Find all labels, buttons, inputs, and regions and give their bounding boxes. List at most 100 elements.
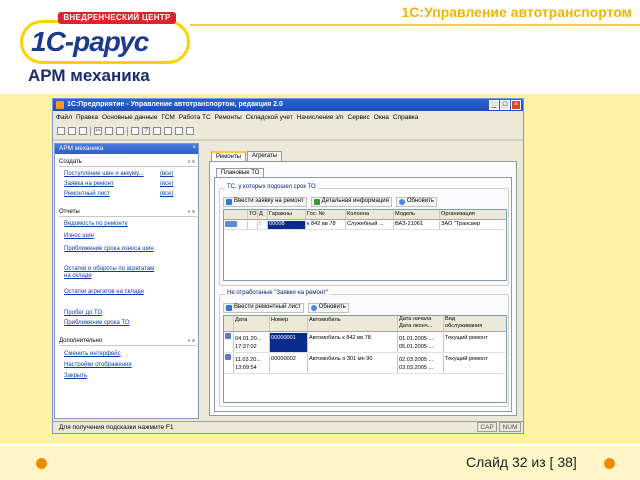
link-units-stock[interactable]: Остатки агрегатов на складе [64, 289, 156, 296]
doc-icon-glyph [225, 354, 231, 360]
menu-item[interactable]: Начисление з/п [297, 112, 344, 123]
table-header: ТО Д Гаражны Гос. № Колонна Модель Орган… [224, 210, 506, 220]
calc-icon[interactable] [164, 127, 172, 135]
calendar-icon[interactable] [175, 127, 183, 135]
date-cell: 11.03.20... 13:09:54 [234, 354, 270, 373]
menu-item[interactable]: ГСМ [161, 112, 174, 123]
left-panel: АРМ механика × Создать « ≡ Поступление ш… [54, 143, 199, 419]
date-line: 11.03.20... [235, 357, 262, 363]
enter-repair-sheet-button[interactable]: Ввести ремонтный лист [223, 302, 304, 313]
group-caption: ТС, у которых подошел срок ТО [225, 184, 318, 190]
panel-title: АРМ механика [59, 145, 104, 152]
table-row[interactable]: 04.01.20... 17:37:02 00000001 Автомобиль … [224, 333, 506, 353]
column-header[interactable]: Гаражны [268, 210, 306, 219]
collapse-icon[interactable]: « ≡ [188, 208, 195, 217]
column-header[interactable]: Вид обслуживания [444, 316, 506, 331]
help-icon[interactable]: ? [142, 127, 150, 135]
column-header[interactable]: Автомобиль [308, 316, 398, 331]
link-to-approach[interactable]: Приближение срока ТО [64, 320, 130, 327]
link-change-interface[interactable]: Сменить интерфейс [64, 351, 121, 358]
column-header[interactable]: Дата [234, 316, 270, 331]
print-icon[interactable] [153, 127, 161, 135]
tab-repairs[interactable]: Ремонты [211, 151, 246, 161]
window-titlebar: 1С:Предприятие - Управление автотранспор… [53, 99, 523, 111]
link-repair-sheet[interactable]: Ремонтный лист [64, 191, 110, 198]
paste-icon[interactable] [116, 127, 124, 135]
refresh-button[interactable]: Обновить [395, 196, 437, 207]
column-header[interactable]: Номер [270, 316, 308, 331]
doc-icon [224, 333, 234, 352]
table-row[interactable]: 11.03.20... 13:09:54 00000002 Автомобиль … [224, 354, 506, 374]
number-cell: 00000001 [270, 333, 308, 352]
link-display-settings[interactable]: Настройки отображения [64, 362, 132, 369]
to-cell [248, 221, 258, 229]
column-header[interactable]: Модель [394, 210, 440, 219]
refresh-button[interactable]: Обновить [307, 302, 349, 313]
menu-item[interactable]: Справка [393, 112, 419, 123]
tab-panel: Плановые ТО ТС, у которых подошел срок Т… [209, 161, 517, 416]
row-icon-cell [224, 221, 248, 229]
menu-item[interactable]: Основные данные [102, 112, 158, 123]
link-tire-wear-approach[interactable]: Приближение срока износа шин [64, 246, 156, 253]
save-icon[interactable] [79, 127, 87, 135]
tab-units[interactable]: Агрегаты [246, 151, 283, 161]
button-label: Детальная информация [321, 198, 389, 204]
menu-item[interactable]: Файл [56, 112, 72, 123]
car-cell: Автомобиль к 842 вв 78 [308, 333, 398, 352]
menu-item[interactable]: Ремонты [215, 112, 242, 123]
link-repair-request[interactable]: Заявка на ремонт [64, 181, 114, 188]
link-tire-wear[interactable]: Износ шин [64, 233, 94, 240]
column-header[interactable]: Гос. № [306, 210, 346, 219]
column-header-line: Дата оконч... [399, 323, 433, 329]
menu-item[interactable]: Окна [374, 112, 389, 123]
link-units-balance[interactable]: Остатки и обороты по агрегатам на складе [64, 266, 156, 280]
button-label: Обновить [318, 304, 346, 310]
new-icon[interactable] [57, 127, 65, 135]
details-button[interactable]: Детальная информация [310, 196, 392, 207]
link-tire-receipt[interactable]: Поступление шин и аккуму... [64, 171, 144, 178]
enter-repair-request-button[interactable]: Ввести заявку на ремонт [223, 196, 307, 207]
find-icon[interactable] [131, 127, 139, 135]
section-additional[interactable]: Дополнительно « ≡ [59, 337, 197, 346]
organization-cell: ЗАО "Трансвер [441, 221, 481, 227]
start-end-cell: 02.03.2005 ... 03.03.2005 ... [398, 354, 444, 373]
section-create[interactable]: Создать « ≡ [59, 158, 197, 167]
minimize-button[interactable]: _ [489, 100, 499, 110]
model-cell: ВАЗ-21061 [394, 221, 440, 229]
link-all[interactable]: (все) [160, 171, 173, 178]
column-header[interactable]: ТО [248, 210, 258, 219]
close-button[interactable]: × [511, 100, 521, 110]
end-line: 03.03.2005 ... [399, 365, 434, 371]
column-header[interactable]: Дата начала Дата оконч... [398, 316, 444, 331]
column-cell: Служебный ... [346, 221, 394, 229]
menu-item[interactable]: Сервис [348, 112, 370, 123]
collapse-icon[interactable]: « ≡ [188, 158, 195, 167]
start-end-cell: 01.01.2005 ... 05.01.2005 ... [398, 333, 444, 352]
menu-item[interactable]: Правка [76, 112, 98, 123]
table-row[interactable]: ! 00008 к 842 вв 78 Служебный ... ВАЗ-21… [224, 221, 506, 230]
number-cell: 00000002 [270, 354, 308, 373]
group2-toolbar: Ввести ремонтный лист Обновить [223, 302, 349, 313]
link-mileage-to[interactable]: Пробег до ТО [64, 310, 102, 317]
column-header[interactable]: Организация [440, 210, 504, 219]
collapse-icon[interactable]: « ≡ [188, 337, 195, 346]
column-header[interactable]: Д [258, 210, 268, 219]
main-tabs: Ремонты Агрегаты [211, 151, 283, 161]
tools-icon[interactable] [186, 127, 194, 135]
cut-icon[interactable]: ✂ [94, 127, 102, 135]
close-panel-icon[interactable]: × [192, 145, 196, 151]
button-label: Обновить [406, 198, 434, 204]
refresh-icon [310, 304, 317, 311]
open-icon[interactable] [68, 127, 76, 135]
menu-item[interactable]: Складской учет [246, 112, 293, 123]
link-close[interactable]: Закрыть [64, 373, 87, 380]
link-repair-statement[interactable]: Ведомость по ремонту [64, 221, 128, 228]
menu-item[interactable]: Работа ТС [179, 112, 211, 123]
section-reports[interactable]: Отчеты « ≡ [59, 208, 197, 217]
column-header[interactable]: Колонна [346, 210, 394, 219]
link-all[interactable]: (все) [160, 191, 173, 198]
copy-icon[interactable] [105, 127, 113, 135]
header-divider [190, 24, 640, 26]
maximize-button[interactable]: □ [500, 100, 510, 110]
link-all[interactable]: (все) [160, 181, 173, 188]
